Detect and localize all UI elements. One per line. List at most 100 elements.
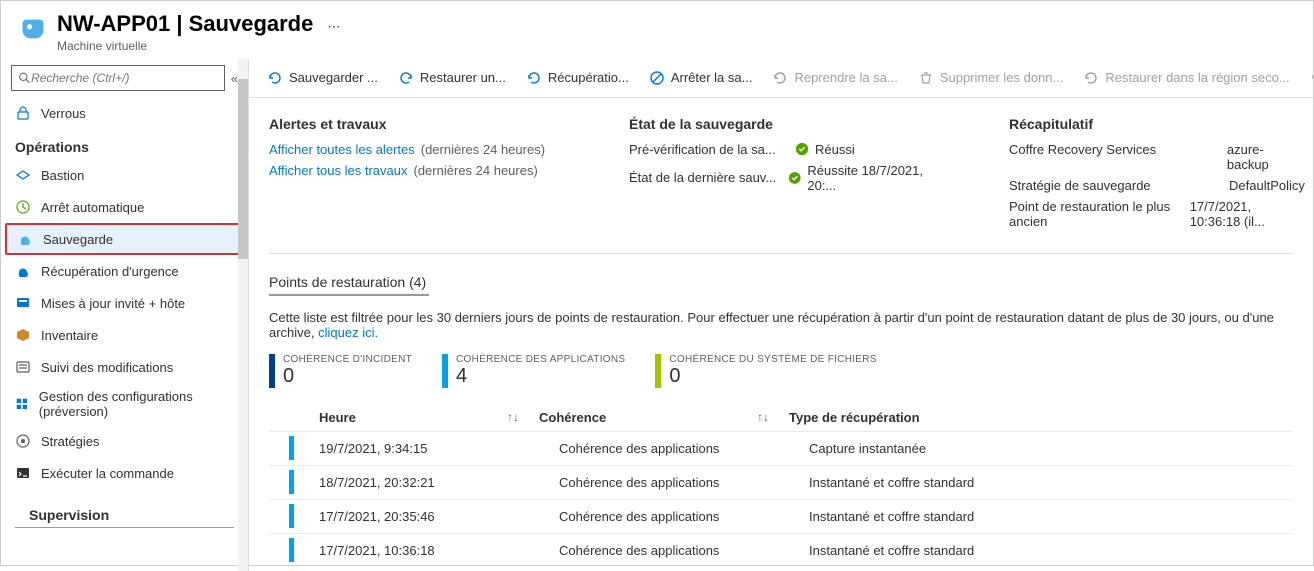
cell-time: 17/7/2021, 20:35:46 xyxy=(319,509,559,524)
sidebar-item-bastion[interactable]: Bastion xyxy=(1,159,248,191)
filter-message: Cette liste est filtrée pour les 30 dern… xyxy=(269,310,1293,340)
backup-state-title: État de la sauvegarde xyxy=(629,116,949,132)
cell-coherence: Cohérence des applications xyxy=(559,509,809,524)
cell-time: 17/7/2021, 10:36:18 xyxy=(319,543,559,558)
sidebar-item-label: Verrous xyxy=(41,106,86,121)
sidebar-item-label: Récupération d'urgence xyxy=(41,264,179,279)
table-row[interactable]: 18/7/2021, 20:32:21Cohérence des applica… xyxy=(269,465,1293,499)
toolbar: Sauvegarder ... Restaurer un... Récupéra… xyxy=(249,59,1313,98)
counter-incident: COHÉRENCE D'INCIDENT0 xyxy=(269,354,412,388)
recovery-icon xyxy=(15,263,31,279)
cell-coherence: Cohérence des applications xyxy=(559,543,809,558)
cell-type: Instantané et coffre standard xyxy=(809,543,1293,558)
bastion-icon xyxy=(15,167,31,183)
sidebar-scrollbar-thumb[interactable] xyxy=(238,79,248,259)
cell-type: Instantané et coffre standard xyxy=(809,509,1293,524)
sidebar-scrollbar[interactable] xyxy=(238,59,248,571)
oldest-value: 17/7/2021, 10:36:18 (il... xyxy=(1190,199,1305,229)
restore-points-title: Points de restauration (4) xyxy=(269,274,1293,290)
sidebar: « Verrous Opérations Bastion Arrêt autom… xyxy=(1,59,249,571)
sidebar-item-label: Bastion xyxy=(41,168,84,183)
recover-icon xyxy=(526,70,542,86)
alerts-title: Alertes et travaux xyxy=(269,116,569,132)
title-underline xyxy=(269,294,429,296)
sidebar-item-suivi[interactable]: Suivi des modifications xyxy=(1,351,248,383)
toolbar-arreter[interactable]: Arrêter la sa... xyxy=(641,62,761,94)
toolbar-recuperation[interactable]: Récupératio... xyxy=(518,62,637,94)
divider xyxy=(269,253,1293,254)
search-input-wrapper[interactable] xyxy=(11,65,225,91)
sidebar-section-operations: Opérations xyxy=(1,129,248,159)
config-icon xyxy=(15,396,29,412)
last-backup-value: Réussite 18/7/2021, 20:... xyxy=(807,163,949,193)
cell-type: Instantané et coffre standard xyxy=(809,475,1293,490)
link-all-alerts[interactable]: Afficher toutes les alertes xyxy=(269,142,415,157)
col-time-header[interactable]: Heure xyxy=(319,410,356,425)
table-row[interactable]: 17/7/2021, 10:36:18Cohérence des applica… xyxy=(269,533,1293,567)
oldest-label: Point de restauration le plus ancien xyxy=(1009,199,1190,229)
cell-coherence: Cohérence des applications xyxy=(559,441,809,456)
counter-applications: COHÉRENCE DES APPLICATIONS4 xyxy=(442,354,625,388)
sidebar-item-recup[interactable]: Récupération d'urgence xyxy=(1,255,248,287)
toolbar-restore-region: Restaurer dans la région seco... xyxy=(1075,62,1297,94)
sidebar-item-mises[interactable]: Mises à jour invité + hôte xyxy=(1,287,248,319)
sidebar-item-sauvegarde[interactable]: Sauvegarde xyxy=(5,223,244,255)
sidebar-item-inventaire[interactable]: Inventaire xyxy=(1,319,248,351)
cell-time: 19/7/2021, 9:34:15 xyxy=(319,441,559,456)
stop-icon xyxy=(649,70,665,86)
sidebar-item-arret[interactable]: Arrêt automatique xyxy=(1,191,248,223)
link-all-jobs[interactable]: Afficher tous les travaux xyxy=(269,163,408,178)
undo-icon xyxy=(1310,70,1313,86)
sidebar-item-label: Stratégies xyxy=(41,434,100,449)
counter-bar-icon xyxy=(269,354,275,388)
counter-bar-icon xyxy=(442,354,448,388)
search-input[interactable] xyxy=(31,71,218,85)
toolbar-annuler: Annuler la sup... xyxy=(1302,62,1313,94)
sidebar-section-supervision: Supervision xyxy=(15,497,234,528)
archive-link[interactable]: cliquez ici. xyxy=(318,325,378,340)
table-row[interactable]: 17/7/2021, 20:35:46Cohérence des applica… xyxy=(269,499,1293,533)
sidebar-item-verrous[interactable]: Verrous xyxy=(1,97,248,129)
counter-filesystem: COHÉRENCE DU SYSTÈME DE FICHIERS0 xyxy=(655,354,876,388)
row-indicator-icon xyxy=(289,470,294,494)
restore-icon xyxy=(398,70,414,86)
toolbar-reprendre: Reprendre la sa... xyxy=(764,62,905,94)
row-indicator-icon xyxy=(289,436,294,460)
clock-icon xyxy=(15,199,31,215)
restore-region-icon xyxy=(1083,70,1099,86)
cell-coherence: Cohérence des applications xyxy=(559,475,809,490)
sidebar-item-label: Gestion des configurations (préversion) xyxy=(39,389,234,419)
table-row[interactable]: 19/7/2021, 9:34:15Cohérence des applicat… xyxy=(269,431,1293,465)
restore-points-table: Heure ↑↓ Cohérence ↑↓ Type de récupération… xyxy=(269,404,1293,567)
more-icon[interactable]: ⋯ xyxy=(327,19,342,35)
policy-link[interactable]: DefaultPolicy xyxy=(1229,178,1305,193)
col-coherence-header[interactable]: Cohérence xyxy=(539,410,606,425)
vm-icon xyxy=(19,15,47,43)
sidebar-item-strategies[interactable]: Stratégies xyxy=(1,425,248,457)
sidebar-item-executer[interactable]: Exécuter la commande xyxy=(1,457,248,489)
collapse-sidebar-icon[interactable]: « xyxy=(231,71,238,86)
sidebar-item-label: Sauvegarde xyxy=(43,232,113,247)
col-type-header[interactable]: Type de récupération xyxy=(789,410,920,425)
vault-label: Coffre Recovery Services xyxy=(1009,142,1227,172)
row-indicator-icon xyxy=(289,504,294,528)
row-indicator-icon xyxy=(289,538,294,562)
precheck-label: Pré-vérification de la sa... xyxy=(629,142,789,157)
resume-icon xyxy=(772,70,788,86)
sidebar-item-label: Suivi des modifications xyxy=(41,360,173,375)
sort-icon[interactable]: ↑↓ xyxy=(757,410,769,424)
toolbar-restaurer[interactable]: Restaurer un... xyxy=(390,62,514,94)
counter-bar-icon xyxy=(655,354,661,388)
toolbar-sauvegarder[interactable]: Sauvegarder ... xyxy=(259,62,386,94)
delete-icon xyxy=(918,70,934,86)
updates-icon xyxy=(15,295,31,311)
sort-icon[interactable]: ↑↓ xyxy=(507,410,519,424)
sidebar-item-gestion[interactable]: Gestion des configurations (préversion) xyxy=(1,383,248,425)
sidebar-item-label: Arrêt automatique xyxy=(41,200,144,215)
policy-label: Stratégie de sauvegarde xyxy=(1009,178,1229,193)
search-icon xyxy=(18,71,31,85)
run-icon xyxy=(15,465,31,481)
lock-icon xyxy=(15,105,31,121)
sidebar-item-label: Exécuter la commande xyxy=(41,466,174,481)
vault-link[interactable]: azure-backup xyxy=(1227,142,1305,172)
